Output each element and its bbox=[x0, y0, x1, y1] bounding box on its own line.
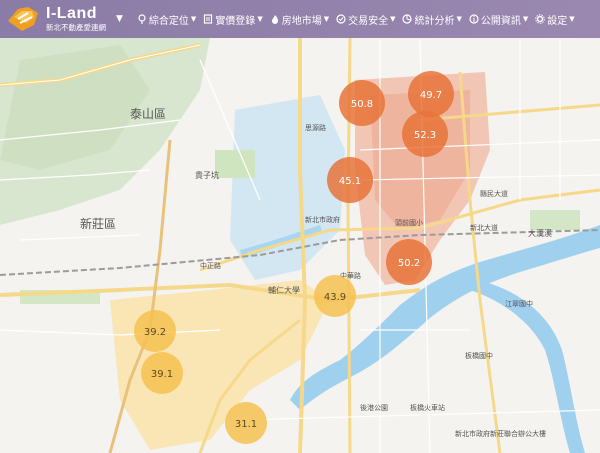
nav-public-info[interactable]: 公開資訊 ▼ bbox=[469, 12, 528, 27]
brand-name: I-Land bbox=[46, 5, 97, 23]
chevron-down-icon: ▼ bbox=[456, 15, 462, 23]
chevron-down-icon: ▼ bbox=[257, 15, 263, 23]
chevron-down-icon: ▼ bbox=[522, 15, 529, 23]
cluster-marker[interactable]: 39.1 bbox=[141, 352, 183, 394]
road-label: 縣民大道 bbox=[480, 189, 508, 198]
fire-icon bbox=[271, 15, 278, 24]
info-icon bbox=[469, 14, 479, 24]
nav-label: 公開資訊 bbox=[480, 15, 521, 27]
place-label: 板橋火車站 bbox=[410, 403, 445, 412]
place-label: 輔仁大學 bbox=[268, 285, 300, 295]
gear-icon bbox=[535, 14, 546, 24]
place-label: 新北市政府 bbox=[305, 215, 340, 224]
cluster-value: 49.7 bbox=[420, 90, 442, 101]
cluster-value: 52.3 bbox=[414, 130, 436, 141]
chevron-down-icon: ▼ bbox=[390, 15, 396, 23]
menu-toggle-icon[interactable]: ▼ bbox=[116, 14, 123, 24]
cluster-value: 39.2 bbox=[144, 327, 166, 338]
cluster-marker[interactable]: 50.2 bbox=[386, 239, 432, 285]
nav-price-registry[interactable]: 實價登錄 ▼ bbox=[203, 12, 263, 27]
place-label: 頭前國小 bbox=[395, 218, 423, 227]
check-circle-icon bbox=[336, 14, 346, 24]
cluster-value: 43.9 bbox=[324, 292, 346, 303]
nav-label: 統計分析 bbox=[414, 15, 455, 27]
cluster-value: 39.1 bbox=[151, 369, 173, 380]
map-pin-icon bbox=[138, 14, 146, 24]
cluster-value: 50.2 bbox=[398, 258, 420, 269]
road-label: 思源路 bbox=[305, 123, 326, 132]
nav-settings[interactable]: 設定 ▼ bbox=[535, 12, 575, 27]
cluster-value: 50.8 bbox=[351, 99, 373, 110]
nav-location[interactable]: 綜合定位 ▼ bbox=[137, 12, 196, 27]
chart-icon bbox=[402, 14, 413, 24]
nav-label: 綜合定位 bbox=[148, 15, 189, 27]
road-label: 中正路 bbox=[200, 261, 221, 270]
cluster-value: 45.1 bbox=[339, 176, 361, 187]
chevron-down-icon: ▼ bbox=[323, 15, 330, 23]
nav-label: 設定 bbox=[547, 15, 568, 27]
map-canvas[interactable]: 泰山區 新莊區 貴子坑 輔仁大學 新北市政府 大漢溪 江翠國中 板橋火車站 頭前… bbox=[0, 0, 600, 453]
chevron-down-icon: ▼ bbox=[190, 15, 197, 23]
nav-safety[interactable]: 交易安全 ▼ bbox=[336, 12, 395, 27]
document-icon bbox=[204, 14, 213, 24]
brand-logo[interactable]: I-Land 新北不動產愛連網 bbox=[4, 3, 116, 35]
place-label: 新北市政府新莊聯合辦公大樓 bbox=[455, 429, 546, 438]
place-label: 板橋國中 bbox=[465, 351, 493, 360]
hand-logo-icon bbox=[8, 7, 38, 31]
place-label: 大漢溪 bbox=[528, 228, 552, 238]
nav-market[interactable]: 房地市場 ▼ bbox=[270, 12, 329, 27]
nav-label: 交易安全 bbox=[348, 15, 389, 27]
nav-stats[interactable]: 統計分析 ▼ bbox=[402, 12, 462, 27]
place-label: 後港公園 bbox=[360, 403, 388, 412]
chevron-down-icon: ▼ bbox=[569, 15, 575, 23]
nav-label: 實價登錄 bbox=[215, 15, 256, 27]
top-navbar: I-Land 新北不動產愛連網 ▼ 綜合定位 ▼ 實價登錄 ▼ 房地市場 ▼ 交易安全 ▼ 統計… bbox=[0, 0, 600, 38]
brand-tagline: 新北不動產愛連網 bbox=[46, 23, 106, 33]
place-label: 貴子坑 bbox=[195, 170, 219, 180]
cluster-value: 31.1 bbox=[235, 419, 257, 430]
cluster-marker[interactable]: 31.1 bbox=[225, 402, 267, 444]
district-label: 泰山區 bbox=[130, 107, 166, 121]
district-label: 新莊區 bbox=[80, 216, 116, 231]
cluster-marker[interactable]: 52.3 bbox=[402, 111, 448, 157]
cluster-marker[interactable]: 39.2 bbox=[134, 310, 176, 352]
cluster-marker[interactable]: 43.9 bbox=[314, 275, 356, 317]
place-label: 江翠國中 bbox=[505, 299, 533, 308]
cluster-marker[interactable]: 45.1 bbox=[327, 157, 373, 203]
nav-label: 房地市場 bbox=[281, 15, 322, 27]
road-label: 新北大道 bbox=[470, 223, 498, 232]
cluster-marker[interactable]: 50.8 bbox=[339, 80, 385, 126]
cluster-marker[interactable]: 49.7 bbox=[408, 71, 454, 117]
